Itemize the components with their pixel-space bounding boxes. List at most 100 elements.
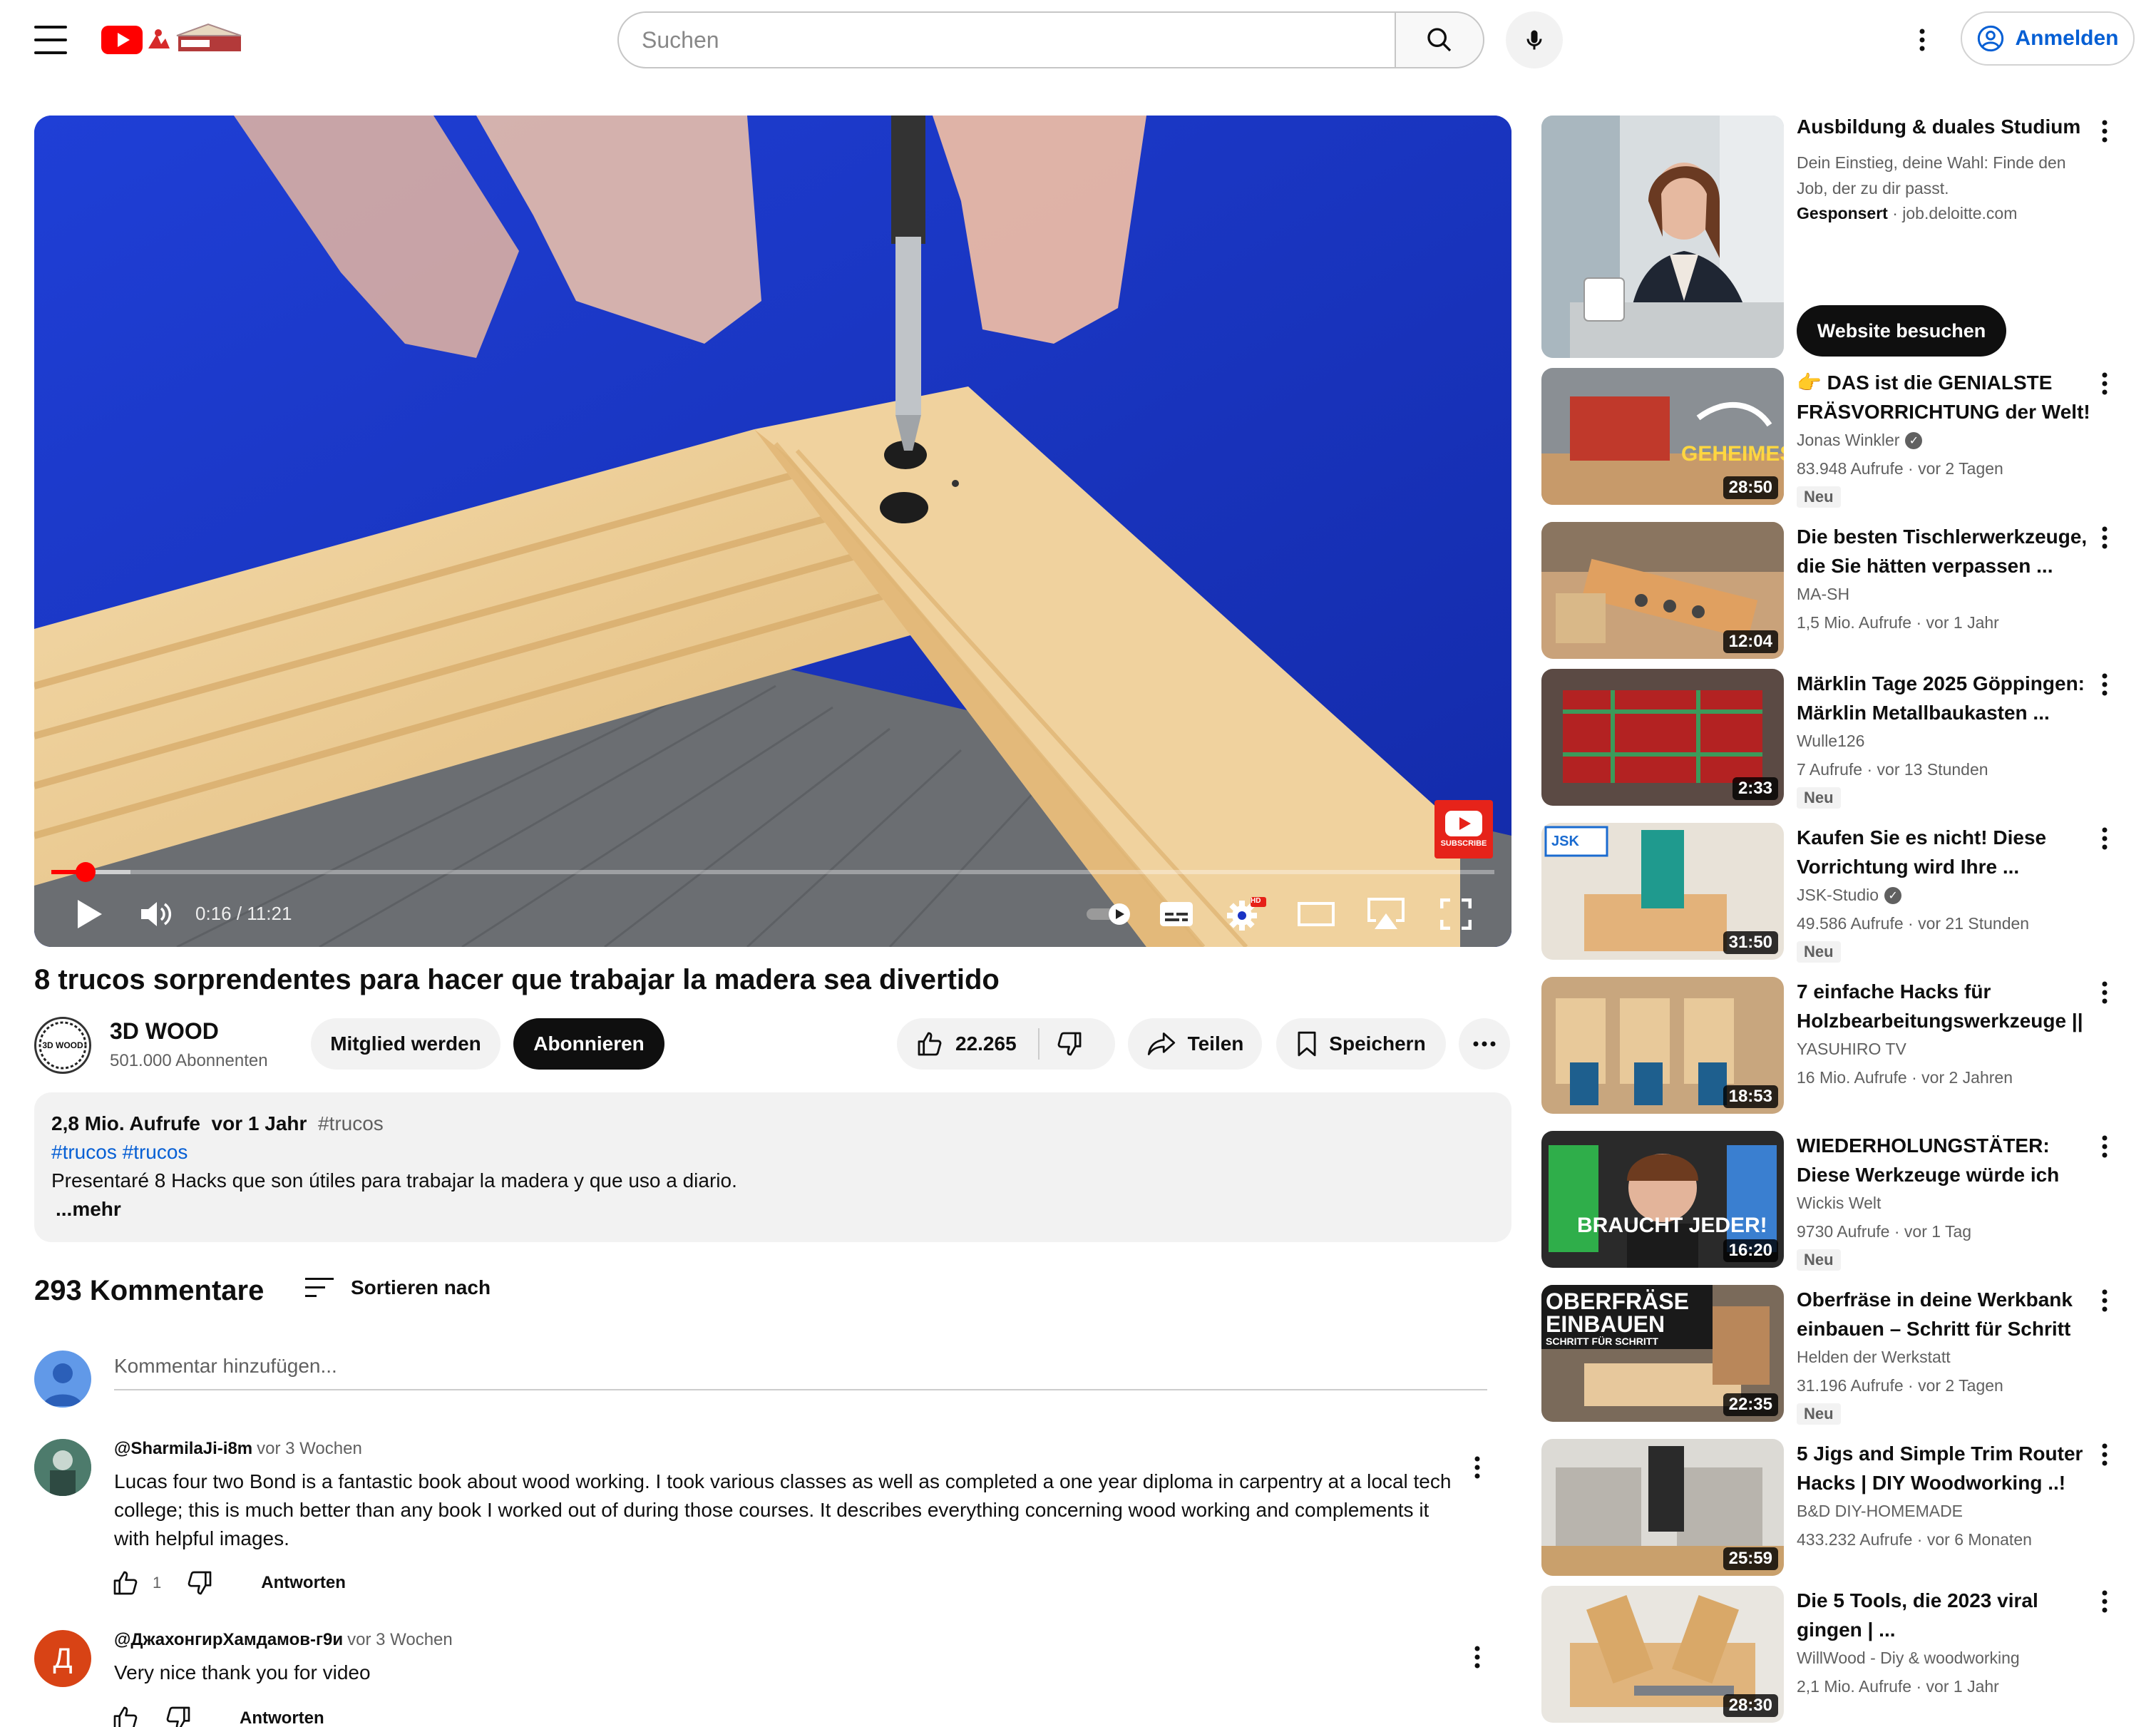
video-player[interactable]: SUBSCRIBE 0:16 / 11:21 HD (34, 116, 1511, 947)
video-thumbnail[interactable]: BRAUCHT JEDER! 16:20 (1541, 1131, 1784, 1268)
recommended-video[interactable]: 28:30 Die 5 Tools, die 2023 viral gingen… (1541, 1586, 2147, 1726)
like-button[interactable]: 22.265 (915, 1030, 1017, 1058)
video-thumbnail[interactable]: 2:33 (1541, 669, 1784, 806)
comment-author[interactable]: @ДжахонгирХамдамов-г9и (114, 1630, 343, 1649)
ad-thumbnail[interactable] (1541, 116, 1784, 358)
video-menu-button[interactable] (2090, 1440, 2119, 1469)
youtube-logo[interactable] (101, 20, 244, 60)
visit-website-button[interactable]: Website besuchen (1797, 305, 2006, 357)
reply-button[interactable]: Antworten (240, 1708, 324, 1727)
hd-badge: HD (1251, 897, 1261, 905)
subscribe-button[interactable]: Abonnieren (513, 1018, 664, 1070)
settings-menu-button[interactable] (1904, 21, 1941, 58)
video-thumbnail[interactable]: 12:04 (1541, 522, 1784, 659)
video-menu-button[interactable] (2090, 670, 2119, 699)
video-menu-button[interactable] (2090, 978, 2119, 1007)
show-more-link[interactable]: ...mehr (51, 1195, 1494, 1224)
comment-menu-button[interactable] (1463, 1643, 1492, 1671)
video-thumbnail[interactable]: GEHEIMES 28:50 (1541, 368, 1784, 505)
channel-name[interactable]: 3D WOOD (110, 1018, 219, 1045)
video-title[interactable]: Die besten Tischlerwerkzeuge, die Sie hä… (1797, 522, 2096, 580)
video-thumbnail[interactable]: 25:59 (1541, 1439, 1784, 1576)
video-channel[interactable]: B&D DIY-HOMEMADE (1797, 1502, 1963, 1521)
ad-menu-button[interactable] (2090, 117, 2119, 145)
thumbs-up-icon[interactable] (111, 1704, 140, 1727)
search-button[interactable] (1395, 11, 1484, 68)
video-title[interactable]: Die 5 Tools, die 2023 viral gingen | ... (1797, 1586, 2096, 1644)
sort-comments-button[interactable]: Sortieren nach (305, 1276, 491, 1299)
progress-bar[interactable] (51, 862, 1494, 882)
thumbs-down-icon[interactable] (185, 1569, 214, 1597)
comment-time[interactable]: vor 3 Wochen (257, 1439, 362, 1458)
video-menu-button[interactable] (2090, 369, 2119, 398)
dislike-button[interactable] (1055, 1030, 1084, 1063)
signin-button[interactable]: Anmelden (1961, 11, 2135, 66)
video-title[interactable]: 👉 DAS ist die GENIALSTE FRÄSVORRICHTUNG … (1797, 368, 2096, 426)
volume-icon (141, 902, 172, 926)
video-channel[interactable]: JSK-Studio ✓ (1797, 886, 1902, 905)
reply-button[interactable]: Antworten (261, 1573, 346, 1593)
scrubber-handle[interactable] (75, 862, 96, 882)
search-input[interactable]: Suchen (617, 11, 1396, 68)
play-button[interactable] (67, 893, 111, 936)
comment-time[interactable]: vor 3 Wochen (347, 1630, 453, 1649)
video-channel[interactable]: YASUHIRO TV (1797, 1040, 1906, 1059)
video-menu-button[interactable] (2090, 1132, 2119, 1161)
menu-icon[interactable] (34, 26, 67, 54)
subscribe-watermark[interactable]: SUBSCRIBE (1434, 800, 1493, 859)
video-menu-button[interactable] (2090, 1587, 2119, 1616)
voice-search-button[interactable] (1506, 11, 1563, 68)
recommended-video[interactable]: 12:04 Die besten Tischlerwerkzeuge, die … (1541, 522, 2147, 662)
video-thumbnail[interactable]: JSK 31:50 (1541, 823, 1784, 960)
video-channel[interactable]: Helden der Werkstatt (1797, 1348, 1951, 1367)
recommended-video[interactable]: OBERFRÄSE EINBAUEN SCHRITT FÜR SCHRITT 22:… (1541, 1285, 2147, 1425)
add-comment-input[interactable]: Kommentar hinzufügen... (114, 1355, 1487, 1390)
more-actions-button[interactable] (1459, 1018, 1510, 1070)
video-channel[interactable]: Wickis Welt (1797, 1194, 1881, 1213)
channel-avatar[interactable]: 3D WOOD (34, 1017, 91, 1074)
share-button[interactable]: Teilen (1128, 1018, 1262, 1070)
save-button[interactable]: Speichern (1276, 1018, 1446, 1070)
video-channel[interactable]: WillWood - Diy & woodworking (1797, 1649, 2020, 1668)
subtitles-button[interactable] (1154, 893, 1199, 936)
video-thumbnail[interactable]: OBERFRÄSE EINBAUEN SCHRITT FÜR SCHRITT 22:… (1541, 1285, 1784, 1422)
video-channel[interactable]: Jonas Winkler ✓ (1797, 431, 1923, 450)
video-menu-button[interactable] (2090, 1286, 2119, 1315)
mute-button[interactable] (134, 893, 178, 936)
video-thumbnail[interactable]: 18:53 (1541, 977, 1784, 1114)
thumbs-up-icon[interactable] (111, 1569, 140, 1597)
video-title[interactable]: 5 Jigs and Simple Trim Router Hacks | DI… (1797, 1439, 2096, 1497)
video-title[interactable]: 7 einfache Hacks für Holzbearbeitungswer… (1797, 977, 2096, 1035)
video-channel[interactable]: MA-SH (1797, 585, 1849, 604)
video-title[interactable]: Märklin Tage 2025 Göppingen: Märklin Met… (1797, 669, 2096, 727)
fullscreen-button[interactable] (1433, 893, 1479, 936)
video-title[interactable]: Kaufen Sie es nicht! Diese Vorrichtung w… (1797, 823, 2096, 881)
comment-menu-button[interactable] (1463, 1453, 1492, 1482)
airplay-button[interactable] (1363, 893, 1409, 936)
join-button[interactable]: Mitglied werden (311, 1018, 500, 1070)
recommended-video[interactable]: 2:33 Märklin Tage 2025 Göppingen: Märkli… (1541, 669, 2147, 809)
recommended-video[interactable]: 25:59 5 Jigs and Simple Trim Router Hack… (1541, 1439, 2147, 1579)
autoplay-toggle[interactable] (1084, 893, 1136, 936)
comment-author[interactable]: @SharmilaJi-i8m (114, 1439, 252, 1458)
recommended-video[interactable]: 18:53 7 einfache Hacks für Holzbearbeitu… (1541, 977, 2147, 1117)
description-hashtags[interactable]: #trucos #trucos (51, 1138, 1494, 1167)
comment-avatar[interactable] (34, 1439, 91, 1496)
thumbs-down-icon[interactable] (164, 1704, 192, 1727)
video-menu-button[interactable] (2090, 824, 2119, 853)
video-channel[interactable]: Wulle126 (1797, 732, 1864, 751)
description-box[interactable]: 2,8 Mio. Aufrufe vor 1 Jahr #trucos #tru… (34, 1092, 1511, 1242)
recommended-video[interactable]: BRAUCHT JEDER! 16:20 WIEDERHOLUNGSTÄTER:… (1541, 1131, 2147, 1271)
video-thumbnail[interactable]: 28:30 (1541, 1586, 1784, 1723)
ad-title[interactable]: Ausbildung & duales Studium (1797, 116, 2080, 138)
new-badge: Neu (1797, 1403, 1841, 1425)
theater-mode-button[interactable] (1293, 893, 1339, 936)
video-menu-button[interactable] (2090, 523, 2119, 552)
recommended-video[interactable]: JSK 31:50 Kaufen Sie es nicht! Diese Vor… (1541, 823, 2147, 963)
comment-avatar[interactable]: Д (34, 1630, 91, 1687)
recommended-video[interactable]: GEHEIMES 28:50 👉 DAS ist die GENIALSTE F… (1541, 368, 2147, 508)
video-title[interactable]: Oberfräse in deine Werkbank einbauen – S… (1797, 1285, 2096, 1343)
video-title[interactable]: WIEDERHOLUNGSTÄTER: Diese Werkzeuge würd… (1797, 1131, 2096, 1189)
settings-button[interactable]: HD (1223, 893, 1269, 936)
video-stats: 9730 Aufrufe · vor 1 Tag (1797, 1222, 1972, 1241)
